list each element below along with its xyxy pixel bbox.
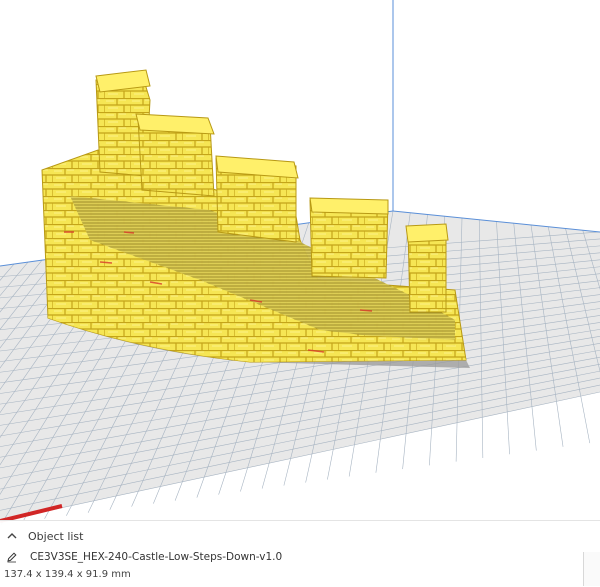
object-list-label: Object list — [28, 530, 83, 543]
object-name: CE3V3SE_HEX-240-Castle-Low-Steps-Down-v1… — [30, 551, 282, 563]
pencil-icon[interactable] — [6, 551, 18, 563]
3d-viewport[interactable] — [0, 0, 600, 586]
build-plate-scene — [0, 0, 600, 586]
chevron-up-icon — [6, 530, 18, 542]
object-list-panel: Object list CE3V3SE_HEX-240-Castle-Low-S… — [0, 520, 600, 587]
panel-scrollbar[interactable] — [583, 552, 600, 586]
object-list-toggle[interactable]: Object list — [6, 527, 83, 545]
object-dimensions: 137.4 x 139.4 x 91.9 mm — [4, 569, 131, 580]
object-list-item[interactable]: CE3V3SE_HEX-240-Castle-Low-Steps-Down-v1… — [6, 548, 282, 566]
